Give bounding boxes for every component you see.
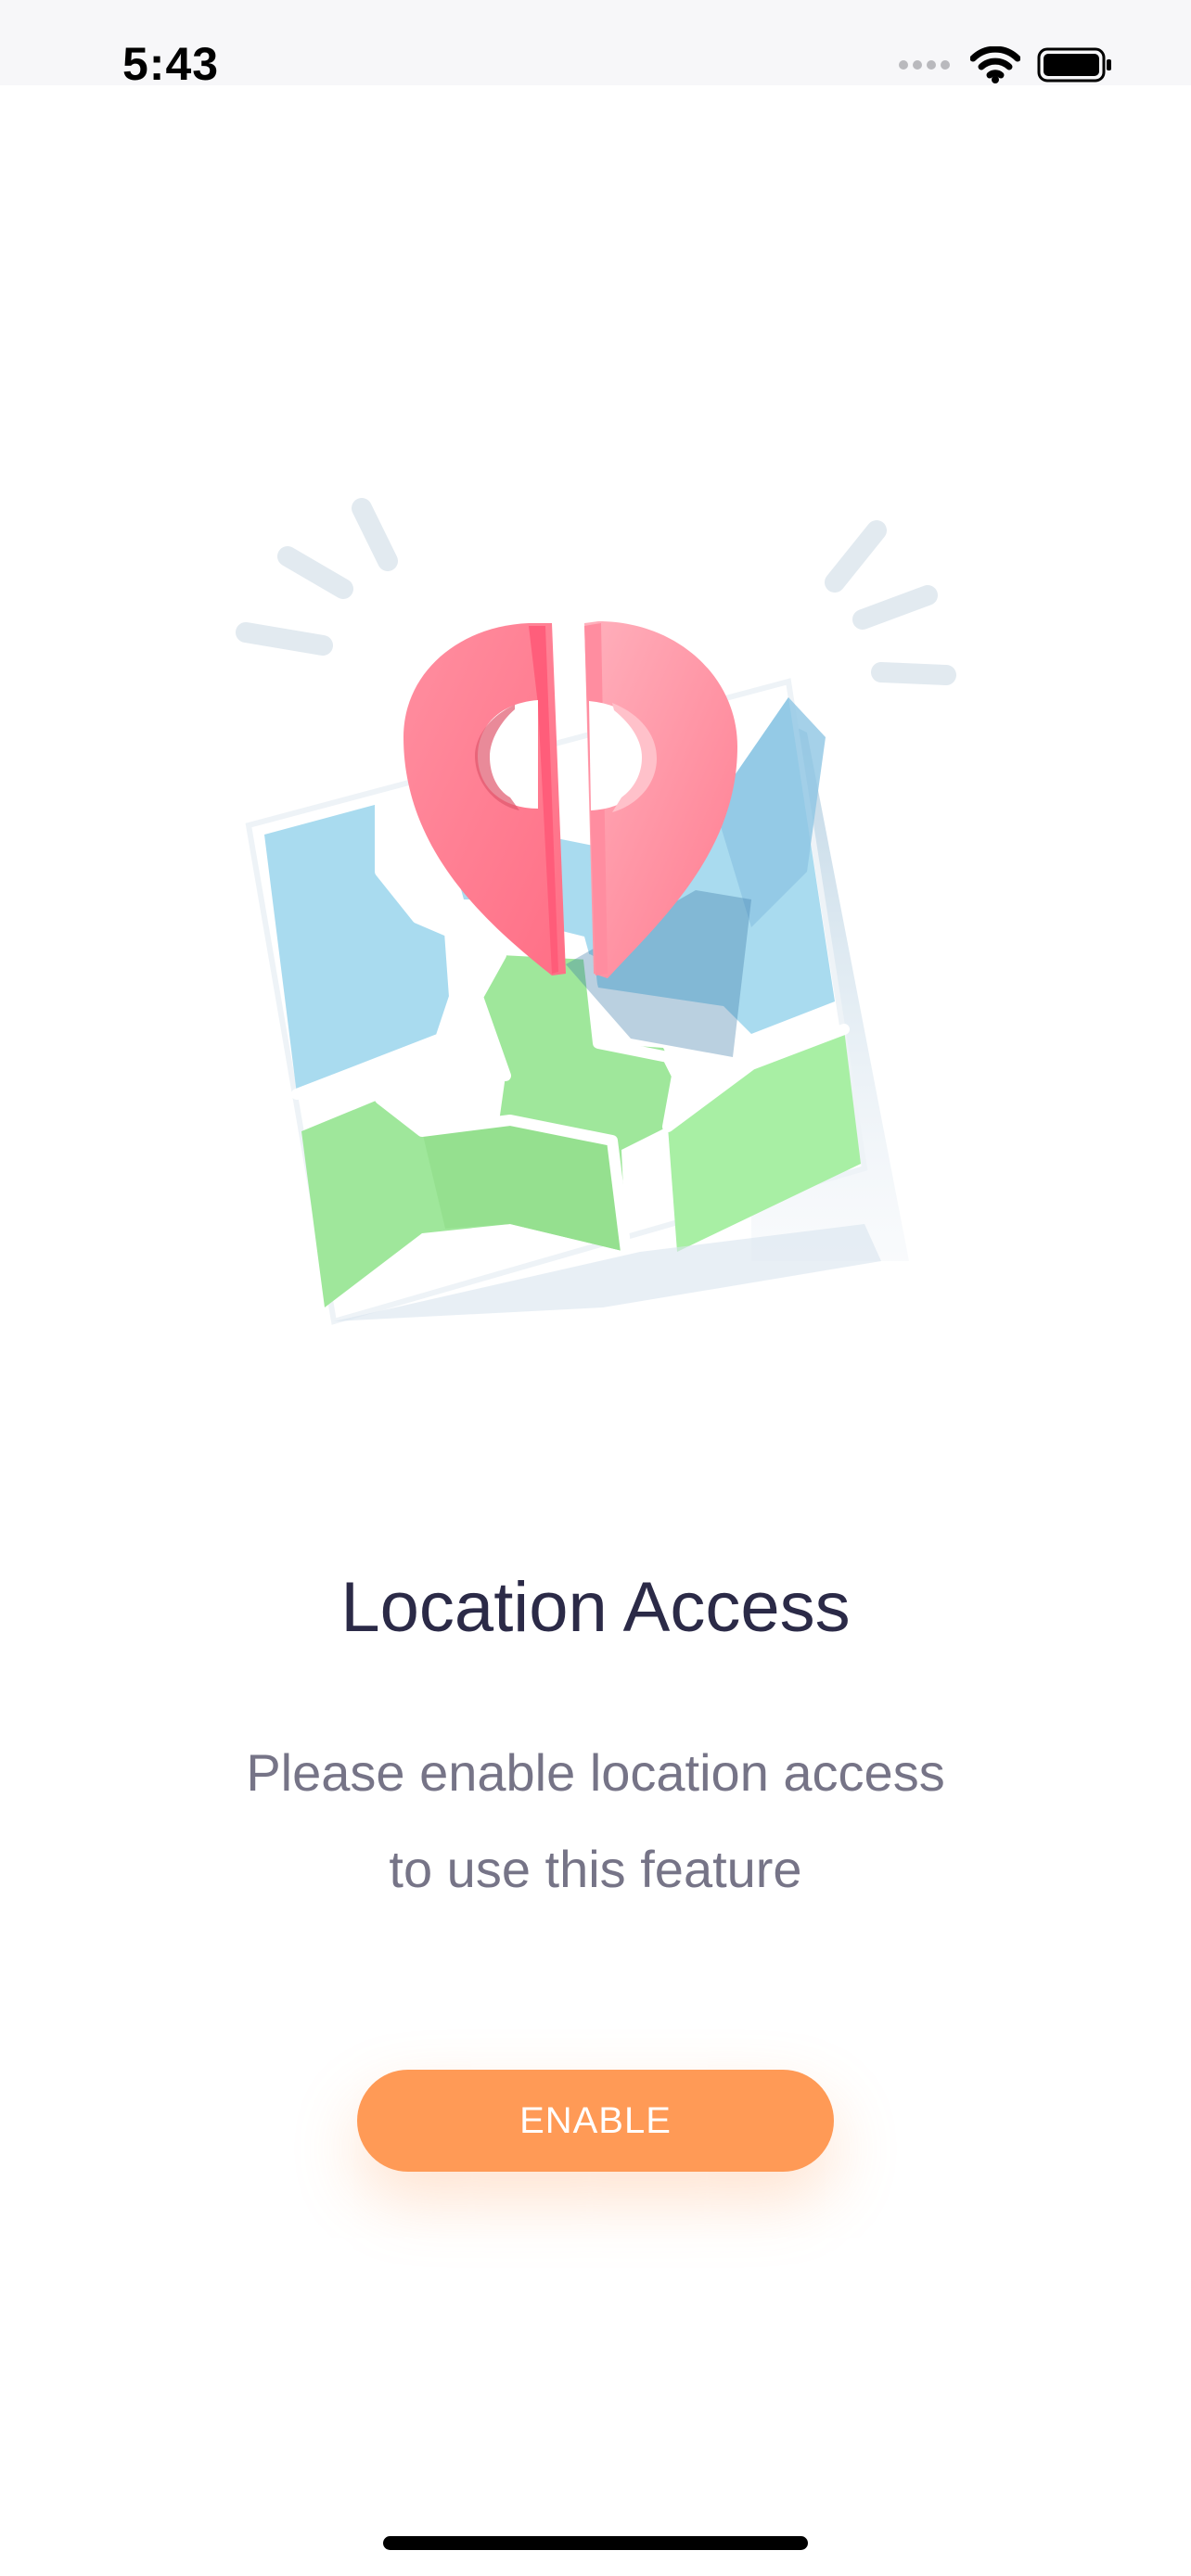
- home-indicator[interactable]: [383, 2536, 808, 2550]
- location-access-screen: 5:43 Location Access Please enable locat…: [0, 0, 1191, 2576]
- enable-button[interactable]: ENABLE: [357, 2070, 834, 2172]
- map-pin-illustration: [236, 498, 956, 1325]
- status-time: 5:43: [122, 38, 220, 90]
- page-title: Location Access: [340, 1568, 851, 1647]
- subtitle-line-2: to use this feature: [389, 1840, 802, 1898]
- wifi-icon: [970, 46, 1020, 83]
- subtitle-line-1: Please enable location access: [246, 1743, 945, 1802]
- cellular-dots-icon: [899, 60, 950, 70]
- status-bar: 5:43: [0, 0, 1191, 90]
- page-subtitle: Please enable location access to use thi…: [0, 1725, 1191, 1918]
- status-icons: [898, 46, 1113, 83]
- battery-icon: [1037, 47, 1111, 83]
